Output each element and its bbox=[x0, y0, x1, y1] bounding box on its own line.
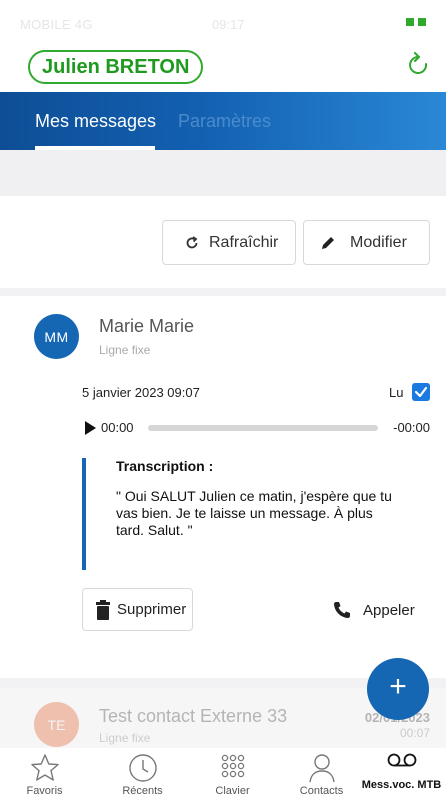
nav-label: Clavier bbox=[215, 785, 250, 797]
trash-icon bbox=[96, 599, 110, 620]
refresh-icon[interactable] bbox=[406, 52, 432, 80]
user-name-badge[interactable]: Julien BRETON bbox=[28, 50, 204, 84]
refresh-icon bbox=[186, 235, 198, 248]
keypad-icon bbox=[221, 754, 245, 778]
message-toolbar: Rafraîchir Modifier bbox=[0, 196, 446, 288]
voicemail-card[interactable]: MM Marie Marie Ligne fixe 5 janvier 2023… bbox=[0, 296, 446, 678]
nav-label: Contacts bbox=[299, 785, 344, 797]
contact-name: Test contact Externe 33 bbox=[99, 706, 288, 726]
contact-name: Marie Marie bbox=[99, 316, 195, 336]
elapsed-time: 00:00 bbox=[101, 420, 134, 435]
call-button[interactable]: Appeler bbox=[333, 599, 415, 621]
nav-label: Favoris bbox=[26, 785, 63, 797]
audio-progress-slider[interactable] bbox=[148, 425, 378, 431]
phone-icon bbox=[334, 602, 350, 618]
delete-button[interactable]: Supprimer bbox=[82, 588, 193, 631]
nav-label: Mess.voc. MTB bbox=[361, 779, 442, 791]
tab-bar: Mes messages Paramètres bbox=[0, 92, 446, 150]
tab-settings[interactable]: Paramètres bbox=[178, 111, 271, 132]
audio-player: 00:00 -00:00 bbox=[82, 419, 432, 437]
app-header: Julien BRETON bbox=[0, 30, 446, 92]
remaining-time: -00:00 bbox=[393, 420, 430, 435]
add-button[interactable]: + bbox=[367, 658, 429, 720]
tab-messages[interactable]: Mes messages bbox=[35, 111, 156, 132]
transcription-text: " Oui SALUT Julien ce matin, j'espère qu… bbox=[116, 488, 392, 538]
battery-icon bbox=[406, 18, 426, 26]
voicemail-icon bbox=[387, 753, 417, 767]
status-bar: MOBILE 4G 09:17 bbox=[0, 0, 446, 32]
avatar: TE bbox=[34, 702, 79, 747]
read-checkbox[interactable] bbox=[412, 383, 430, 401]
transcription-title: Transcription : bbox=[116, 458, 214, 474]
play-icon[interactable] bbox=[85, 421, 96, 435]
nav-item-voicemail[interactable]: Mess.voc. MTB bbox=[357, 748, 446, 799]
line-type: Ligne fixe bbox=[99, 343, 151, 357]
edit-label: Modifier bbox=[350, 233, 407, 251]
edit-button[interactable]: Modifier bbox=[303, 220, 430, 265]
nav-item-contacts[interactable]: Contacts bbox=[277, 748, 366, 799]
nav-item-favorites[interactable]: Favoris bbox=[0, 748, 89, 799]
refresh-label: Rafraîchir bbox=[209, 233, 279, 251]
message-date: 5 janvier 2023 09:07 bbox=[82, 385, 200, 400]
line-type: Ligne fixe bbox=[99, 731, 151, 745]
pencil-icon bbox=[322, 236, 334, 249]
avatar: MM bbox=[34, 314, 79, 359]
nav-item-recents[interactable]: Récents bbox=[98, 748, 187, 799]
refresh-button[interactable]: Rafraîchir bbox=[162, 220, 296, 265]
transcription-block: Transcription : " Oui SALUT Julien ce ma… bbox=[82, 458, 402, 570]
star-icon bbox=[31, 754, 59, 781]
spacer bbox=[0, 150, 446, 196]
nav-label: Récents bbox=[122, 785, 163, 797]
clock-icon bbox=[129, 754, 157, 782]
person-icon bbox=[309, 754, 335, 783]
message-duration: 00:07 bbox=[399, 726, 430, 740]
bottom-nav: Favoris Récents Clavier Contacts Mess.vo… bbox=[0, 748, 446, 799]
nav-item-keypad[interactable]: Clavier bbox=[188, 748, 277, 799]
delete-label: Supprimer bbox=[117, 601, 187, 618]
call-label: Appeler bbox=[363, 601, 415, 619]
read-label: Lu bbox=[389, 385, 404, 400]
